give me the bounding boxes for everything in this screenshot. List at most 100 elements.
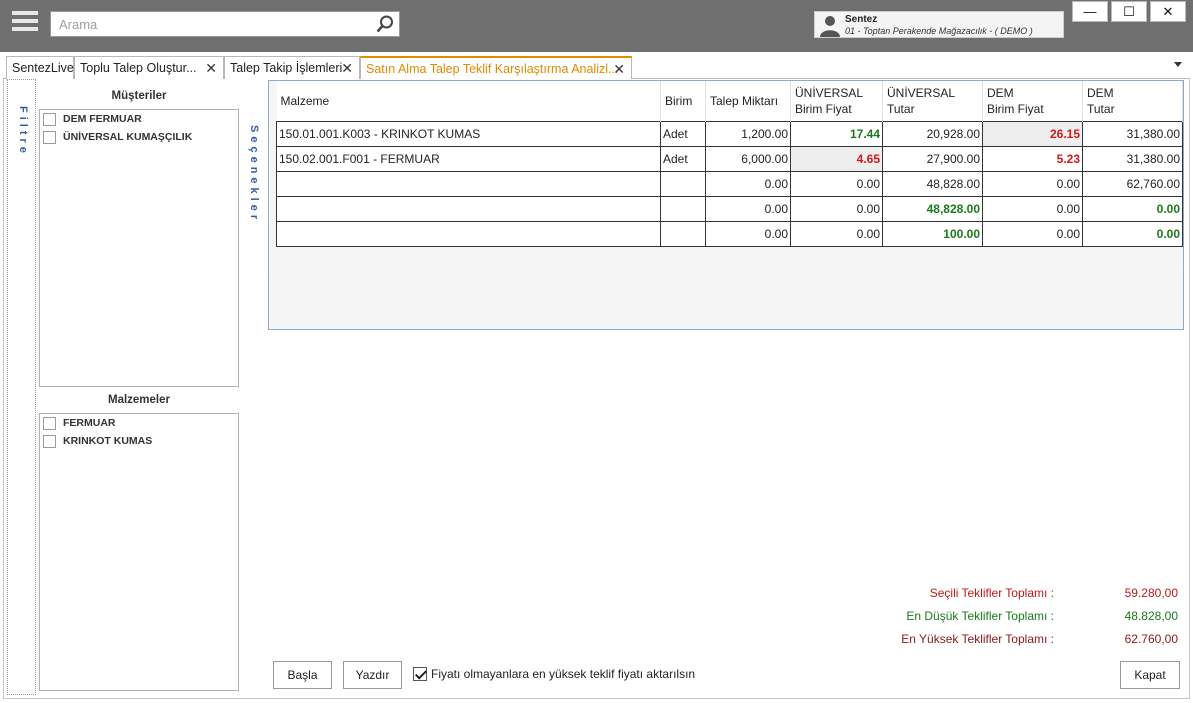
cell-birim[interactable] — [660, 195, 706, 222]
print-button[interactable]: Yazdır — [343, 661, 402, 689]
cell-dem-birim-fiyat[interactable]: 0.00 — [982, 195, 1083, 222]
tab-label: SentezLive — [12, 61, 74, 75]
col-header-dem-birim-fiyat[interactable]: DEM Birim Fiyat — [982, 81, 1083, 121]
close-window-button[interactable]: ✕ — [1150, 1, 1186, 22]
cell-universal-tutar[interactable]: 20,928.00 — [882, 120, 983, 147]
table-row[interactable]: 0.00 0.00 48,828.00 0.00 62,760.00 — [276, 170, 1183, 197]
search-icon[interactable] — [375, 14, 395, 34]
table-row[interactable]: 0.00 0.00 100.00 0.00 0.00 — [276, 220, 1183, 247]
search-input[interactable] — [51, 12, 361, 36]
cell-dem-birim-fiyat[interactable]: 26.15 — [982, 120, 1083, 147]
table-header-row: Malzeme Birim Talep Miktarı ÜNİVERSAL Bi… — [276, 81, 1183, 121]
cell-malzeme[interactable] — [276, 195, 661, 222]
col-header-dem-tutar[interactable]: DEM Tutar — [1082, 81, 1183, 121]
col-header-universal-birim-fiyat[interactable]: ÜNİVERSAL Birim Fiyat — [790, 81, 883, 121]
col-header-birim[interactable]: Birim — [660, 81, 706, 121]
table-row[interactable]: 0.00 0.00 48,828.00 0.00 0.00 — [276, 195, 1183, 222]
totals-panel: Seçili Teklifler Toplamı : 59.280,00 En … — [844, 584, 1184, 653]
tab-toplu-talep[interactable]: Toplu Talep Oluştur... ✕ — [74, 56, 224, 79]
col-header-universal-tutar[interactable]: ÜNİVERSAL Tutar — [882, 81, 983, 121]
start-button[interactable]: Başla — [273, 661, 332, 689]
cell-dem-birim-fiyat[interactable]: 0.00 — [982, 220, 1083, 247]
tab-teklif-karsilastirma[interactable]: Satın Alma Talep Teklif Karşılaştırma An… — [360, 56, 632, 79]
customer-item-universal[interactable]: ÜNİVERSAL KUMAŞÇILIK — [43, 129, 192, 145]
tab-talep-takip[interactable]: Talep Takip İşlemleri ✕ — [224, 56, 360, 79]
total-selected-value: 59.280,00 — [1124, 586, 1178, 600]
cell-dem-birim-fiyat[interactable]: 5.23 — [982, 145, 1083, 172]
cell-dem-tutar[interactable]: 62,760.00 — [1082, 170, 1183, 197]
close-button[interactable]: Kapat — [1120, 661, 1180, 689]
materials-list: FERMUAR KRINKOT KUMAS — [39, 413, 239, 691]
checkbox[interactable] — [43, 130, 56, 144]
checkbox[interactable] — [43, 434, 56, 448]
search-box[interactable] — [50, 11, 400, 37]
total-lowest-row: En Düşük Teklifler Toplamı : 48.828,00 — [844, 607, 1184, 630]
customers-title: Müşteriler — [111, 90, 167, 102]
cell-universal-birim-fiyat[interactable]: 0.00 — [790, 220, 883, 247]
total-selected-row: Seçili Teklifler Toplamı : 59.280,00 — [844, 584, 1184, 607]
cell-talep-miktari[interactable]: 1,200.00 — [705, 120, 791, 147]
cell-malzeme[interactable] — [276, 170, 661, 197]
cell-talep-miktari[interactable]: 0.00 — [705, 220, 791, 247]
cell-universal-tutar[interactable]: 48,828.00 — [882, 195, 983, 222]
cell-birim[interactable] — [660, 220, 706, 247]
cell-universal-tutar[interactable]: 48,828.00 — [882, 170, 983, 197]
customer-item-dem-fermuar[interactable]: DEM FERMUAR — [43, 111, 142, 127]
close-icon[interactable]: ✕ — [205, 60, 217, 77]
filter-label: Filtre — [17, 106, 29, 157]
cell-malzeme[interactable] — [276, 220, 661, 247]
cell-talep-miktari[interactable]: 0.00 — [705, 195, 791, 222]
total-highest-value: 62.760,00 — [1124, 632, 1178, 646]
cell-malzeme[interactable]: 150.02.001.F001 - FERMUAR — [276, 145, 661, 172]
col-header-malzeme[interactable]: Malzeme — [276, 81, 661, 121]
materials-title: Malzemeler — [107, 394, 170, 406]
total-lowest-label: En Düşük Teklifler Toplamı : — [906, 609, 1054, 623]
cell-dem-tutar[interactable]: 0.00 — [1082, 220, 1183, 247]
checkbox[interactable] — [43, 112, 56, 126]
checkbox-checked[interactable] — [413, 667, 427, 681]
fill-missing-price-label: Fiyatı olmayanlara en yüksek teklif fiya… — [431, 667, 696, 681]
window-controls: — ☐ ✕ — [1072, 1, 1186, 23]
customers-list: DEM FERMUAR ÜNİVERSAL KUMAŞÇILIK — [39, 109, 239, 387]
cell-dem-tutar[interactable]: 31,380.00 — [1082, 145, 1183, 172]
cell-dem-tutar[interactable]: 31,380.00 — [1082, 120, 1183, 147]
cell-birim[interactable] — [660, 170, 706, 197]
main-content: Filtre Müşteriler DEM FERMUAR ÜNİVERSAL … — [3, 79, 1190, 699]
tab-label: Talep Takip İşlemleri — [230, 61, 343, 75]
col-header-talep-miktari[interactable]: Talep Miktarı — [705, 81, 791, 121]
total-lowest-value: 48.828,00 — [1124, 609, 1178, 623]
cell-universal-birim-fiyat[interactable]: 4.65 — [790, 145, 883, 172]
close-icon[interactable]: ✕ — [613, 61, 625, 78]
material-item-fermuar[interactable]: FERMUAR — [43, 415, 116, 431]
cell-universal-tutar[interactable]: 27,900.00 — [882, 145, 983, 172]
tab-overflow-dropdown-icon[interactable] — [1174, 62, 1182, 67]
table-row[interactable]: 150.02.001.F001 - FERMUAR Adet 6,000.00 … — [276, 145, 1183, 172]
menu-icon[interactable] — [12, 11, 38, 35]
cell-birim[interactable]: Adet — [660, 145, 706, 172]
maximize-button[interactable]: ☐ — [1111, 1, 1147, 22]
close-icon[interactable]: ✕ — [341, 60, 353, 77]
checkbox[interactable] — [43, 416, 56, 430]
filter-panel-toggle[interactable]: Filtre — [7, 79, 36, 695]
material-item-krinkot[interactable]: KRINKOT KUMAS — [43, 433, 152, 449]
table-row[interactable]: 150.01.001.K003 - KRINKOT KUMAS Adet 1,2… — [276, 120, 1183, 147]
tab-label: Toplu Talep Oluştur... — [80, 61, 197, 75]
cell-dem-birim-fiyat[interactable]: 0.00 — [982, 170, 1083, 197]
cell-talep-miktari[interactable]: 6,000.00 — [705, 145, 791, 172]
customer-label: DEM FERMUAR — [63, 113, 142, 125]
options-label[interactable]: Seçenekler — [248, 125, 260, 223]
user-avatar-icon — [820, 16, 840, 37]
tab-strip: SentezLive Toplu Talep Oluştur... ✕ Tale… — [3, 53, 1190, 79]
cell-dem-tutar[interactable]: 0.00 — [1082, 195, 1183, 222]
cell-universal-birim-fiyat[interactable]: 0.00 — [790, 170, 883, 197]
cell-birim[interactable]: Adet — [660, 120, 706, 147]
cell-malzeme[interactable]: 150.01.001.K003 - KRINKOT KUMAS — [276, 120, 661, 147]
cell-universal-birim-fiyat[interactable]: 0.00 — [790, 195, 883, 222]
user-info[interactable]: Sentez 01 - Toptan Perakende Mağazacılık… — [814, 11, 1064, 38]
cell-universal-tutar[interactable]: 100.00 — [882, 220, 983, 247]
cell-talep-miktari[interactable]: 0.00 — [705, 170, 791, 197]
cell-universal-birim-fiyat[interactable]: 17.44 — [790, 120, 883, 147]
tab-sentezlive[interactable]: SentezLive — [6, 56, 74, 79]
minimize-button[interactable]: — — [1072, 1, 1108, 22]
fill-missing-price-option[interactable]: Fiyatı olmayanlara en yüksek teklif fiya… — [413, 667, 695, 681]
